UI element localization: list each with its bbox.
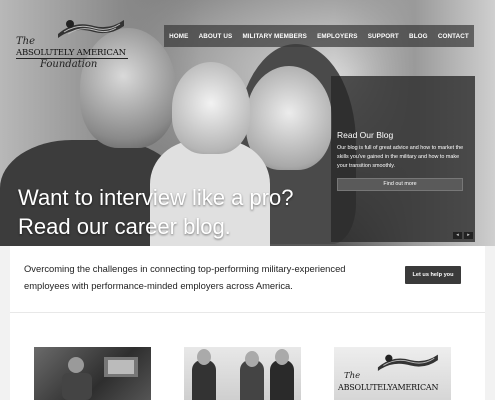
business-person-1 <box>192 360 216 400</box>
logo-the: The <box>16 36 36 47</box>
thumbnail-logo-the: The <box>344 371 361 381</box>
blog-promo-title: Read Our Blog <box>337 130 394 140</box>
hero-headline-line1: Want to interview like a pro? <box>18 185 294 210</box>
nav-contact[interactable]: CONTACT <box>438 33 469 40</box>
business-person-2-head <box>245 351 259 367</box>
thumbnail-employers[interactable] <box>184 347 301 400</box>
blog-promo-panel: Read Our Blog Our blog is full of great … <box>331 76 475 242</box>
thumbnail-logo-name: ABSOLUTELYAMERICAN <box>338 383 439 392</box>
site-logo[interactable]: The ABSOLUTELY AMERICAN Foundation <box>10 16 128 70</box>
nav-home[interactable]: HOME <box>169 33 188 40</box>
mission-callout: Overcoming the challenges in connecting … <box>10 246 485 312</box>
hero-headline-line2: Read our career blog. <box>18 214 231 239</box>
hero-headline: Want to interview like a pro? Read our c… <box>18 183 294 241</box>
business-person-1-head <box>197 349 211 365</box>
blog-promo-description: Our blog is full of great advice and how… <box>337 145 464 169</box>
flag-eagle-icon <box>377 354 438 371</box>
soldier-photo-icon <box>62 357 138 400</box>
flag-eagle-icon <box>58 20 124 38</box>
thumbnail-foundation[interactable]: The ABSOLUTELYAMERICAN <box>334 347 451 400</box>
hero-photo-baby-head <box>172 62 250 154</box>
business-person-3-head <box>275 349 289 365</box>
nav-employers[interactable]: EMPLOYERS <box>317 33 357 40</box>
mission-statement: Overcoming the challenges in connecting … <box>24 263 346 291</box>
logo-name: ABSOLUTELY AMERICAN <box>16 48 128 59</box>
find-out-more-button[interactable]: Find out more <box>337 178 463 191</box>
nav-about-us[interactable]: ABOUT US <box>199 33 233 40</box>
slider-next-button[interactable]: ▸ <box>464 232 473 239</box>
feature-thumbnails: The ABSOLUTELYAMERICAN <box>10 313 485 400</box>
nav-support[interactable]: SUPPORT <box>368 33 399 40</box>
main-nav: HOME ABOUT US MILITARY MEMBERS EMPLOYERS… <box>164 25 474 47</box>
thumbnail-military-members[interactable] <box>34 347 151 400</box>
nav-blog[interactable]: BLOG <box>409 33 428 40</box>
logo-subtitle: Foundation <box>40 59 98 70</box>
slider-controls: ◂ ▸ <box>453 232 473 239</box>
nav-military-members[interactable]: MILITARY MEMBERS <box>242 33 306 40</box>
business-person-3 <box>270 360 294 400</box>
hero-photo-woman-face <box>246 66 332 170</box>
slider-prev-button[interactable]: ◂ <box>453 232 462 239</box>
let-us-help-button[interactable]: Let us help you <box>405 266 461 284</box>
